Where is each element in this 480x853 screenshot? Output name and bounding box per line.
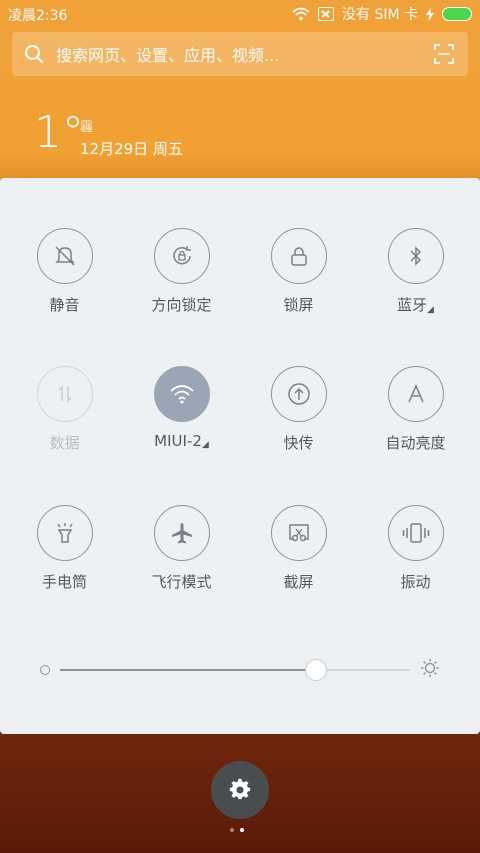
brightness-thumb[interactable]: [304, 659, 327, 681]
tile-airplane[interactable]: 飞行模式: [123, 505, 240, 592]
weather-widget[interactable]: 1° 霾 12月29日 周五: [34, 107, 183, 159]
brightness-track[interactable]: [60, 659, 410, 681]
lock-screen-button[interactable]: [270, 228, 327, 284]
brightness-high-icon: [421, 659, 439, 677]
flashlight-icon: [56, 523, 73, 543]
mobile-data-icon: [57, 385, 72, 403]
tile-label: 数据: [49, 434, 80, 452]
more-options-icon: ◢: [427, 305, 434, 315]
gear-icon: [229, 778, 251, 800]
airplane-button[interactable]: [153, 505, 210, 561]
rotation-lock-button[interactable]: [153, 228, 210, 284]
lock-icon: [290, 247, 307, 266]
vibrate-button[interactable]: [387, 505, 444, 561]
weather-date: 12月29日 周五: [80, 140, 183, 158]
status-bar: 凌晨2:36 没有 SIM 卡: [0, 0, 480, 28]
wifi-button[interactable]: [153, 366, 210, 422]
tile-rotation-lock[interactable]: 方向锁定: [123, 228, 240, 315]
tile-label: 快传: [283, 434, 314, 452]
brightness-slider[interactable]: [40, 658, 440, 682]
tile-flashlight[interactable]: 手电筒: [6, 505, 123, 592]
weather-condition-icon: 霾: [80, 120, 94, 135]
brightness-low-icon: [40, 665, 50, 675]
tile-lock-screen[interactable]: 锁屏: [240, 228, 357, 315]
settings-button[interactable]: [211, 761, 269, 819]
tile-auto-brightness[interactable]: 自动亮度: [357, 366, 474, 453]
tile-label: 自动亮度: [385, 434, 446, 452]
tile-label: 手电筒: [41, 573, 87, 591]
temperature: 1°: [34, 107, 84, 158]
search-icon: [25, 45, 44, 64]
flashlight-button[interactable]: [36, 505, 93, 561]
status-icons: 没有 SIM 卡: [292, 4, 472, 24]
mute-button[interactable]: [36, 228, 93, 284]
bluetooth-icon: [409, 246, 421, 266]
status-time: 凌晨2:36: [8, 8, 68, 24]
scan-icon[interactable]: [434, 44, 454, 64]
tile-wifi[interactable]: MIUI-2◢: [123, 366, 240, 450]
tile-label: MIUI-2◢: [123, 432, 240, 450]
airplane-icon: [171, 523, 192, 544]
tile-label: 振动: [400, 573, 431, 591]
auto-brightness-button[interactable]: [387, 366, 444, 422]
bluetooth-button[interactable]: [387, 228, 444, 284]
quick-transfer-button[interactable]: [270, 366, 327, 422]
rotation-lock-icon: [172, 246, 191, 265]
auto-brightness-icon: [407, 384, 424, 403]
tile-label: 静音: [49, 296, 80, 314]
page-indicator: [230, 828, 244, 832]
tile-label: 截屏: [283, 573, 314, 591]
tile-vibrate[interactable]: 振动: [357, 505, 474, 592]
search-bar[interactable]: 搜索网页、设置、应用、视频...: [12, 32, 468, 76]
brightness-fill: [60, 669, 316, 671]
quick-transfer-icon: [287, 383, 310, 405]
screenshot-icon: [288, 524, 309, 542]
search-placeholder: 搜索网页、设置、应用、视频...: [56, 46, 280, 65]
wifi-label: MIUI-2: [154, 432, 202, 450]
tile-label: 蓝牙◢: [357, 294, 474, 315]
tile-mute[interactable]: 静音: [6, 228, 123, 315]
page-dot: [230, 828, 234, 832]
tile-label: 方向锁定: [151, 296, 212, 314]
tile-quick-transfer[interactable]: 快传: [240, 366, 357, 453]
no-sim-icon: [318, 7, 334, 21]
bluetooth-label: 蓝牙: [397, 296, 428, 314]
tile-label: 飞行模式: [151, 573, 212, 591]
tile-mobile-data[interactable]: 数据: [6, 366, 123, 453]
page-dot-current: [240, 828, 244, 832]
tile-screenshot[interactable]: 截屏: [240, 505, 357, 592]
vibrate-icon: [402, 523, 429, 543]
screenshot-button[interactable]: [270, 505, 327, 561]
wifi-icon: [169, 385, 194, 404]
quick-settings-panel: 静音 方向锁定 锁屏 蓝牙◢ 数据 MIUI-2◢ 快传 自动亮度 手电筒 飞行…: [0, 178, 480, 734]
tile-label: 锁屏: [283, 296, 314, 314]
more-options-icon: ◢: [201, 440, 209, 450]
mute-bell-icon: [54, 246, 75, 266]
battery-icon: [442, 7, 472, 21]
tile-bluetooth[interactable]: 蓝牙◢: [357, 228, 474, 315]
mobile-data-button[interactable]: [36, 366, 93, 422]
charging-icon: [426, 7, 434, 21]
no-sim-text: 没有 SIM 卡: [342, 7, 418, 23]
wifi-status-icon: [292, 7, 310, 21]
